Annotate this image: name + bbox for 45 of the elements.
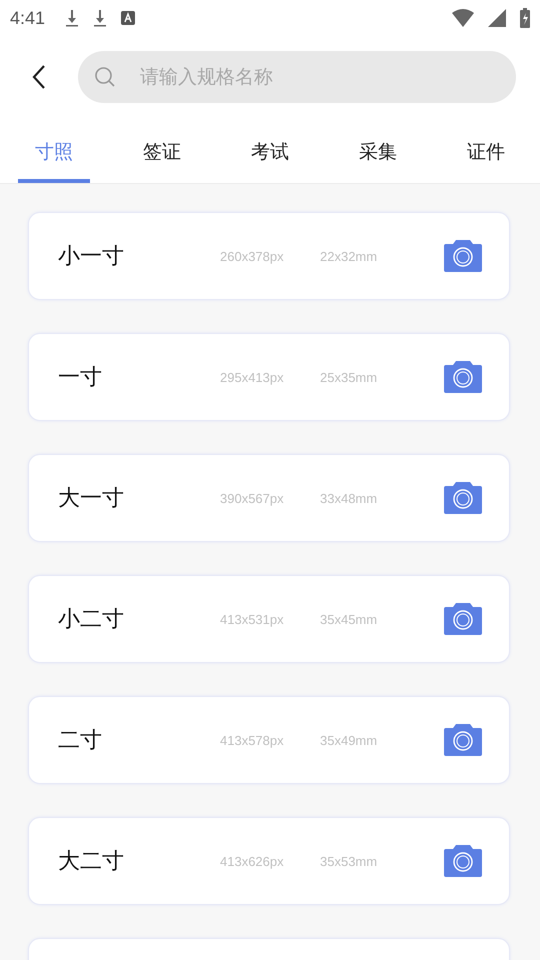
print-size: 35x53mm [320,854,378,868]
pixel-size: 413x531px [220,612,285,626]
tab-indicator [18,179,90,183]
spec-card[interactable]: 大二寸 413x626px 35x53mm [28,817,510,905]
pixel-size: 413x578px [220,732,285,748]
spec-card[interactable]: 大一寸 390x567px 33x48mm [28,454,510,542]
tab[interactable]: 证件 [467,139,505,165]
download-icon [65,9,80,27]
spec-name: 二寸 [58,727,103,755]
print-size: 35x49mm [320,732,378,748]
camera-icon[interactable] [444,603,482,635]
spec-name: 一寸 [58,364,103,392]
camera-icon[interactable] [444,361,482,393]
search-field[interactable]: 请输入规格名称 [78,51,516,103]
camera-icon[interactable] [444,240,482,272]
tab[interactable]: 寸照 [35,139,73,165]
camera-icon[interactable] [444,482,482,514]
download-icon [93,9,108,27]
battery-icon [520,8,530,28]
spec-name: 大一寸 [58,485,125,513]
print-size: 22x32mm [320,248,378,264]
pixel-size: 260x378px [220,248,285,264]
pixel-size: 390x567px [220,490,285,506]
back-icon[interactable] [32,65,46,89]
wifi-icon [452,9,474,27]
print-size: 35x45mm [320,612,378,626]
spec-card[interactable]: 小二寸 413x531px 35x45mm [28,575,510,663]
keyboard-app-icon [121,11,136,25]
spec-card[interactable]: 一寸 295x413px 25x35mm [28,333,510,421]
pixel-size: 295x413px [220,370,285,384]
signal-icon [488,9,506,27]
spec-name: 小一寸 [58,243,125,271]
print-size: 25x35mm [320,370,378,384]
spec-name: 大二寸 [58,848,125,876]
spec-name: 小二寸 [58,606,125,634]
status-time: 4:41 [10,8,46,28]
tab[interactable]: 采集 [359,139,397,165]
tab[interactable]: 考试 [251,139,289,165]
camera-icon[interactable] [444,845,482,877]
spec-card[interactable]: 小一寸 260x378px 22x32mm [28,212,510,300]
pixel-size: 413x626px [220,854,285,868]
tab[interactable]: 签证 [143,139,181,165]
spec-card[interactable]: 二寸 413x578px 35x49mm [28,696,510,784]
camera-icon[interactable] [444,724,482,756]
print-size: 33x48mm [320,490,378,506]
